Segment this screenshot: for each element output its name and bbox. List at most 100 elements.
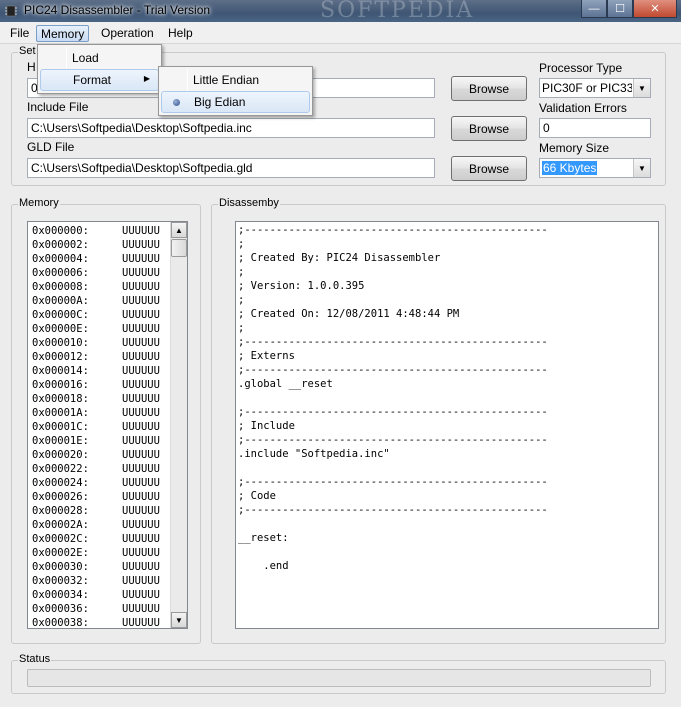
memory-address: 0x00001A: <box>32 407 89 419</box>
memory-address: 0x00000A: <box>32 295 89 307</box>
maximize-button[interactable]: ☐ <box>607 0 633 18</box>
memory-value: UUUUUU <box>122 323 160 335</box>
scroll-thumb[interactable] <box>171 239 187 257</box>
memory-row[interactable]: 0x00001A: UUUUUU <box>32 407 160 421</box>
menu-bar: File Memory Operation Help <box>0 22 681 44</box>
memory-value: UUUUUU <box>122 519 160 531</box>
scroll-down-icon[interactable]: ▼ <box>171 612 187 628</box>
memory-address: 0x000020: <box>32 449 89 461</box>
disassembly-group-label: Disassemby <box>218 197 280 209</box>
memory-address: 0x000000: <box>32 225 89 237</box>
memory-value: UUUUUU <box>122 225 160 237</box>
disassembly-line <box>238 462 548 476</box>
memory-row[interactable]: 0x00001E: UUUUUU <box>32 435 160 449</box>
window-controls: — ☐ ✕ <box>581 0 677 18</box>
disassembly-line: ;---------------------------------------… <box>238 336 548 348</box>
disassembly-output[interactable]: ;---------------------------------------… <box>235 221 659 629</box>
watermark: SOFTPEDIA <box>320 0 475 23</box>
memory-row[interactable]: 0x000028: UUUUUU <box>32 505 160 519</box>
memory-address: 0x00000C: <box>32 309 89 321</box>
disassembly-line: ; Include <box>238 420 295 432</box>
browse-hex-button[interactable]: Browse <box>451 76 527 101</box>
memory-address: 0x000036: <box>32 603 89 615</box>
disassembly-line: ; <box>238 294 245 306</box>
memory-group-label: Memory <box>18 197 60 209</box>
memory-row[interactable]: 0x000010: UUUUUU <box>32 337 160 351</box>
menu-item-big-edian[interactable]: Big Edian <box>161 91 310 113</box>
memory-address: 0x00001E: <box>32 435 89 447</box>
memory-row[interactable]: 0x000008: UUUUUU <box>32 281 160 295</box>
memory-address: 0x000014: <box>32 365 89 377</box>
memory-row[interactable]: 0x000020: UUUUUU <box>32 449 160 463</box>
memory-value: UUUUUU <box>122 337 160 349</box>
processor-type-select[interactable]: PIC30F or PIC33F ▼ <box>539 78 651 98</box>
memory-value: UUUUUU <box>122 267 160 279</box>
memory-row[interactable]: 0x00002C: UUUUUU <box>32 533 160 547</box>
memory-row[interactable]: 0x00000A: UUUUUU <box>32 295 160 309</box>
disassembly-line: ; Created On: 12/08/2011 4:48:44 PM <box>238 308 460 320</box>
memory-row[interactable]: 0x000000: UUUUUU <box>32 225 160 239</box>
include-file-input[interactable]: C:\Users\Softpedia\Desktop\Softpedia.inc <box>27 118 435 138</box>
memory-row[interactable]: 0x000016: UUUUUU <box>32 379 160 393</box>
memory-row[interactable]: 0x00001C: UUUUUU <box>32 421 160 435</box>
disassembly-line: ;---------------------------------------… <box>238 476 548 488</box>
memory-row[interactable]: 0x000014: UUUUUU <box>32 365 160 379</box>
memory-address: 0x000026: <box>32 491 89 503</box>
scroll-up-icon[interactable]: ▲ <box>171 222 187 238</box>
memory-value: UUUUUU <box>122 449 160 461</box>
disassembly-line: __reset: <box>238 532 289 544</box>
menu-item-load[interactable]: Load <box>40 47 159 69</box>
memory-row[interactable]: 0x00000C: UUUUUU <box>32 309 160 323</box>
chevron-down-icon[interactable]: ▼ <box>633 159 650 177</box>
hex-file-label: H <box>27 60 36 74</box>
memory-row[interactable]: 0x000026: UUUUUU <box>32 491 160 505</box>
memory-row[interactable]: 0x000006: UUUUUU <box>32 267 160 281</box>
menu-file[interactable]: File <box>6 25 33 42</box>
chevron-down-icon[interactable]: ▼ <box>633 79 650 97</box>
memory-address: 0x00001C: <box>32 421 89 433</box>
memory-scrollbar[interactable]: ▲ ▼ <box>170 222 187 628</box>
memory-size-label: Memory Size <box>539 141 610 155</box>
memory-row[interactable]: 0x000030: UUUUUU <box>32 561 160 575</box>
memory-row[interactable]: 0x00000E: UUUUUU <box>32 323 160 337</box>
memory-list[interactable]: 0x000000: UUUUUU 0x000002: UUUUUU 0x000004: U… <box>27 221 188 629</box>
processor-type-label: Processor Type <box>539 61 623 75</box>
memory-address: 0x000012: <box>32 351 89 363</box>
memory-size-select[interactable]: 66 Kbytes ▼ <box>539 158 651 178</box>
memory-address: 0x00002A: <box>32 519 89 531</box>
memory-row[interactable]: 0x00002E: UUUUUU <box>32 547 160 561</box>
memory-value: UUUUUU <box>122 589 160 601</box>
minimize-button[interactable]: — <box>581 0 607 18</box>
menu-operation[interactable]: Operation <box>97 25 158 42</box>
validation-errors-field[interactable]: 0 <box>539 118 651 138</box>
memory-row[interactable]: 0x000018: UUUUUU <box>32 393 160 407</box>
close-button[interactable]: ✕ <box>633 0 677 18</box>
memory-row[interactable]: 0x000032: UUUUUU <box>32 575 160 589</box>
memory-address: 0x000006: <box>32 267 89 279</box>
browse-gld-button[interactable]: Browse <box>451 156 527 181</box>
memory-row[interactable]: 0x000012: UUUUUU <box>32 351 160 365</box>
memory-row[interactable]: 0x000024: UUUUUU <box>32 477 160 491</box>
disassembly-line <box>238 518 548 532</box>
memory-address: 0x000010: <box>32 337 89 349</box>
menu-item-little-endian[interactable]: Little Endian <box>161 69 310 91</box>
gld-file-input[interactable]: C:\Users\Softpedia\Desktop\Softpedia.gld <box>27 158 435 178</box>
memory-row[interactable]: 0x00002A: UUUUUU <box>32 519 160 533</box>
menu-help[interactable]: Help <box>164 25 197 42</box>
memory-row[interactable]: 0x000022: UUUUUU <box>32 463 160 477</box>
memory-row[interactable]: 0x000004: UUUUUU <box>32 253 160 267</box>
memory-dropdown: Load Format ▶ <box>37 44 162 94</box>
memory-row[interactable]: 0x000036: UUUUUU <box>32 603 160 617</box>
memory-value: UUUUUU <box>122 491 160 503</box>
browse-include-button[interactable]: Browse <box>451 116 527 141</box>
disassembly-line <box>238 546 548 560</box>
disassembly-line: ; <box>238 266 245 278</box>
memory-row[interactable]: 0x000038: UUUUUU <box>32 617 160 628</box>
menu-item-format[interactable]: Format ▶ <box>40 69 159 91</box>
menu-memory[interactable]: Memory <box>36 25 90 42</box>
memory-address: 0x000032: <box>32 575 89 587</box>
disassembly-line: ; Externs <box>238 350 295 362</box>
memory-address: 0x000016: <box>32 379 89 391</box>
memory-row[interactable]: 0x000034: UUUUUU <box>32 589 160 603</box>
memory-row[interactable]: 0x000002: UUUUUU <box>32 239 160 253</box>
